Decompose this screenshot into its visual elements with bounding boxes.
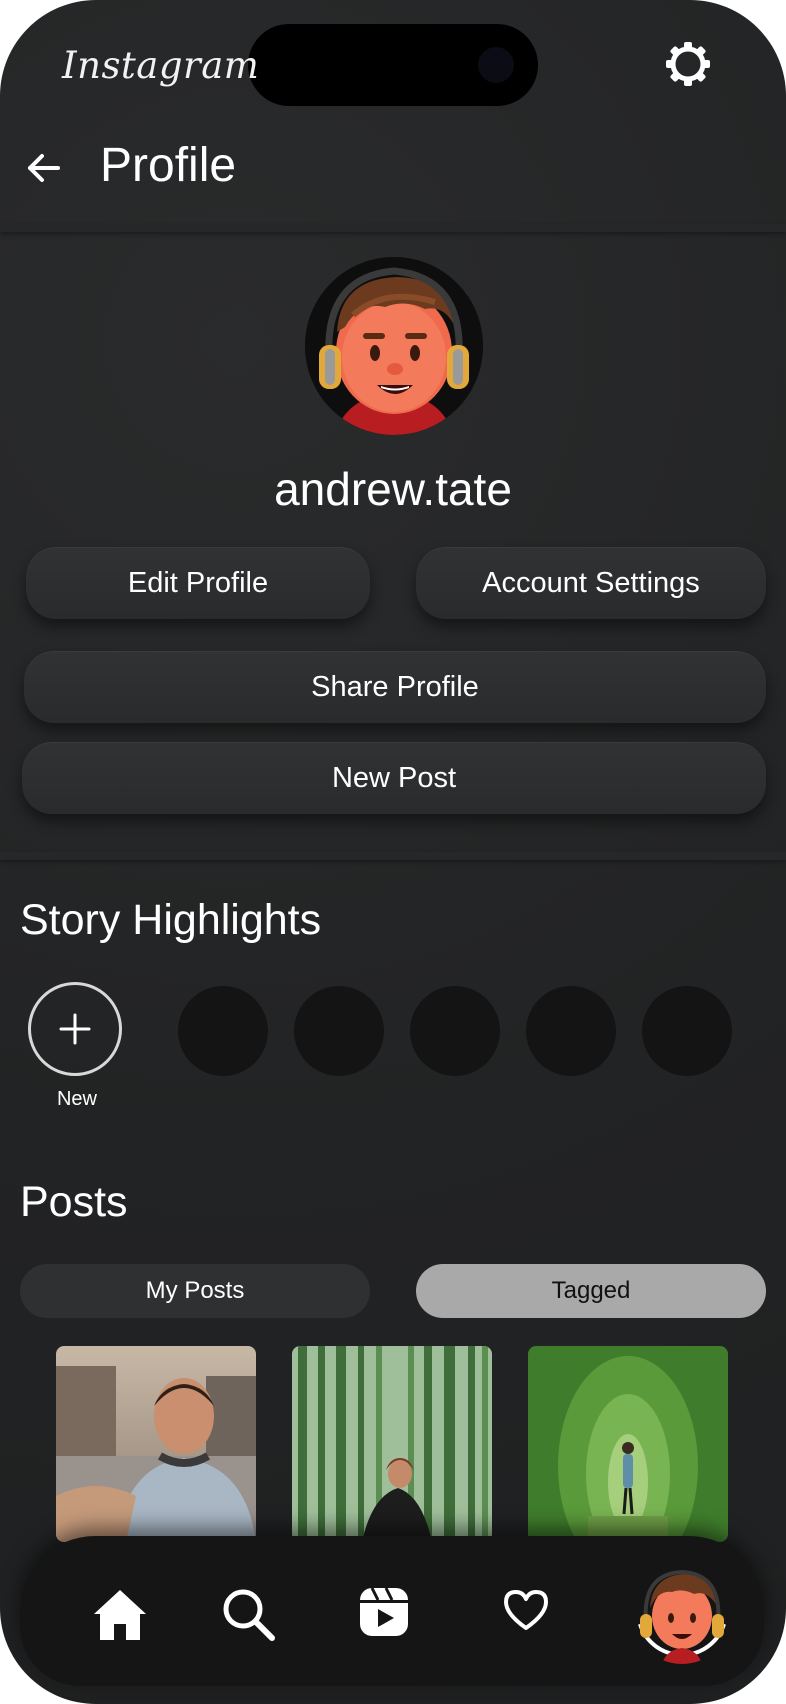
post-thumbnail-selfie[interactable] [56, 1346, 256, 1542]
avatar-illustration [305, 257, 483, 435]
story-highlights-title: Story Highlights [20, 896, 322, 944]
edit-profile-button[interactable]: Edit Profile [26, 547, 370, 619]
highlight-circle[interactable] [526, 986, 616, 1076]
highlight-circle[interactable] [410, 986, 500, 1076]
section-divider [0, 852, 786, 860]
page-title: Profile [100, 139, 237, 192]
profile-username: andrew.tate [274, 463, 512, 515]
nav-profile-avatar[interactable] [632, 1564, 732, 1664]
search-icon[interactable] [220, 1586, 276, 1642]
home-icon[interactable] [90, 1586, 150, 1642]
header-divider [0, 224, 786, 232]
camera-dot [478, 47, 514, 83]
posts-title: Posts [20, 1178, 128, 1226]
avatar-illustration [632, 1564, 732, 1664]
highlight-circle[interactable] [642, 986, 732, 1076]
bottom-navigation-bar [20, 1536, 764, 1686]
green-tunnel-photo [528, 1346, 728, 1542]
reels-icon[interactable] [358, 1586, 410, 1638]
new-highlight-button[interactable] [28, 982, 122, 1076]
tab-tagged[interactable]: Tagged [416, 1264, 766, 1318]
post-thumbnail-green-tunnel[interactable] [528, 1346, 728, 1542]
bamboo-forest-photo [292, 1346, 492, 1542]
new-highlight-label: New [56, 1088, 97, 1110]
heart-icon[interactable] [502, 1588, 550, 1632]
highlight-circle[interactable] [294, 986, 384, 1076]
gear-icon[interactable] [664, 40, 712, 88]
phone-screen: Instagram Profile andrew.tate Edit Profi… [0, 0, 786, 1704]
instagram-logo: Instagram [62, 44, 260, 87]
post-thumbnail-bamboo[interactable] [292, 1346, 492, 1542]
plus-icon [59, 1013, 91, 1045]
new-post-button[interactable]: New Post [22, 742, 766, 814]
dynamic-island [248, 24, 538, 106]
profile-avatar[interactable] [305, 257, 483, 435]
account-settings-button[interactable]: Account Settings [416, 547, 766, 619]
share-profile-button[interactable]: Share Profile [24, 651, 766, 723]
tab-my-posts[interactable]: My Posts [20, 1264, 370, 1318]
highlight-circle[interactable] [178, 986, 268, 1076]
selfie-photo [56, 1346, 256, 1542]
back-arrow-icon[interactable] [24, 148, 64, 188]
